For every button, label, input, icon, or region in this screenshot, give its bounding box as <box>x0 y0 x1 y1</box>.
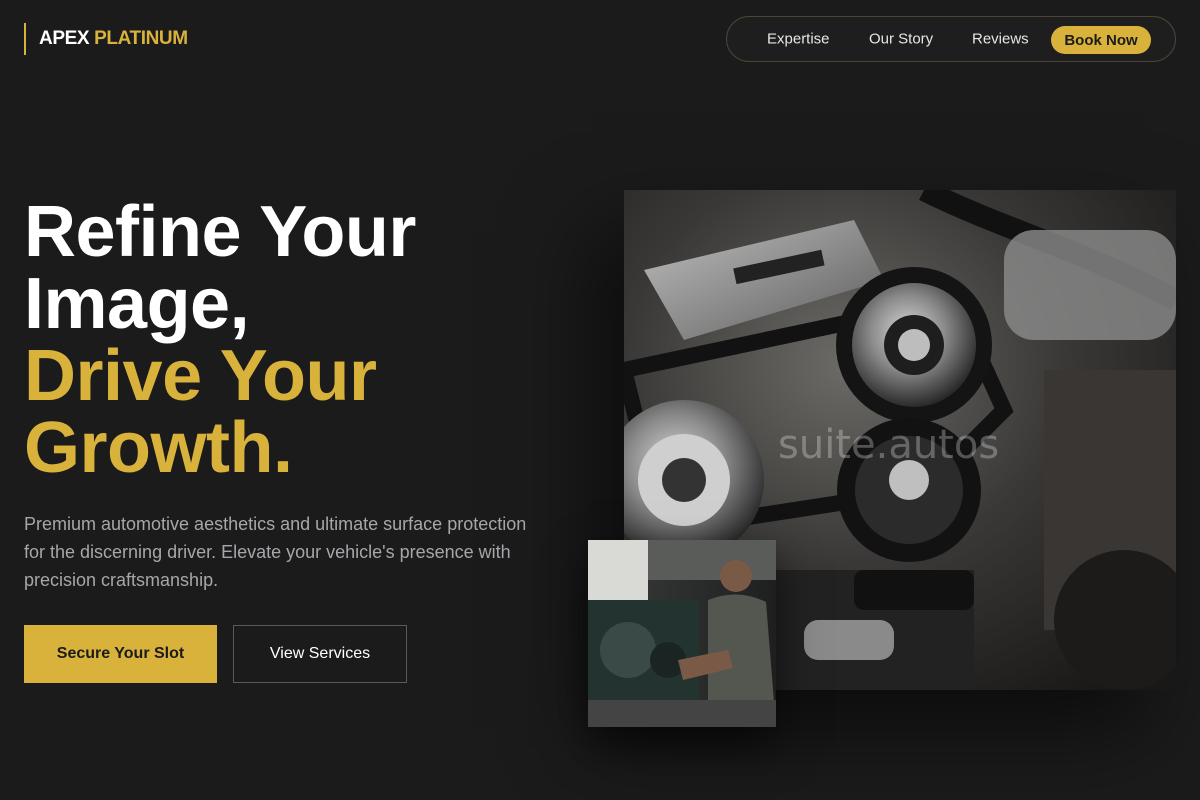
watermark-text: suite.autos <box>778 422 1000 468</box>
headline-line-accent: Growth. <box>24 408 293 488</box>
brand-name-accent: PLATINUM <box>94 28 188 49</box>
headline-line: Image, <box>24 264 250 344</box>
book-now-button[interactable]: Book Now <box>1051 26 1151 54</box>
hero-headline: Refine Your Image, Drive Your Growth. <box>24 196 584 484</box>
view-services-button[interactable]: View Services <box>233 625 407 683</box>
nav-item-our-story[interactable]: Our Story <box>869 31 933 48</box>
hero-description: Premium automotive aesthetics and ultima… <box>24 514 527 590</box>
nav-item-expertise[interactable]: Expertise <box>767 31 830 48</box>
main-nav: Expertise Our Story Reviews Book Now <box>726 16 1176 62</box>
secure-slot-button[interactable]: Secure Your Slot <box>24 625 217 683</box>
mechanic-image <box>588 540 776 727</box>
brand-name-primary: APEX <box>39 28 90 49</box>
headline-line-accent: Drive Your <box>24 336 377 416</box>
brand-logo[interactable]: APEX PLATINUM <box>24 23 188 55</box>
nav-item-reviews[interactable]: Reviews <box>972 31 1029 48</box>
headline-line: Refine Your <box>24 192 416 272</box>
